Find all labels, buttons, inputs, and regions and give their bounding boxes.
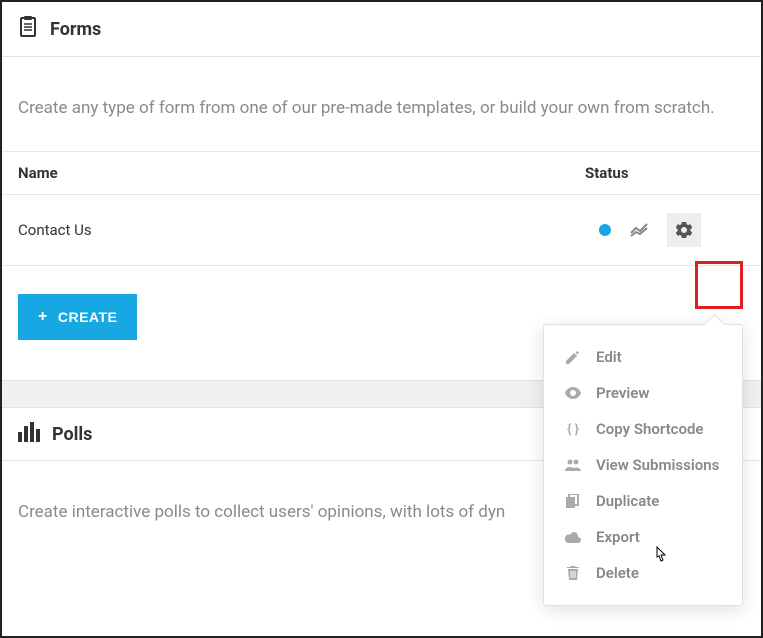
polls-title: Polls [52,424,92,445]
dropdown-item-view-submissions[interactable]: View Submissions [544,447,742,483]
copy-icon [564,494,582,508]
forms-description: Create any type of form from one of our … [2,57,761,151]
dropdown-item-delete[interactable]: Delete [544,555,742,591]
plus-icon: + [38,308,48,326]
dropdown-item-preview[interactable]: Preview [544,375,742,411]
dropdown-label: Copy Shortcode [596,420,703,438]
table-row: Contact Us [2,195,761,266]
pencil-icon [564,350,582,364]
column-status-header: Status [585,164,745,182]
dropdown-label: Export [596,528,640,546]
dropdown-item-edit[interactable]: Edit [544,339,742,375]
dropdown-item-export[interactable]: Export [544,519,742,555]
forms-section-header: Forms [2,2,761,57]
forms-title: Forms [50,19,101,40]
users-icon [564,459,582,471]
eye-icon [564,387,582,399]
form-actions-dropdown: Edit Preview { } Copy Shortcode View Sub… [543,324,743,606]
form-name[interactable]: Contact Us [18,221,585,239]
form-actions [585,213,745,247]
dropdown-item-duplicate[interactable]: Duplicate [544,483,742,519]
dropdown-label: Edit [596,348,622,366]
column-name-header: Name [18,164,585,182]
trash-icon [564,566,582,580]
forms-table-header: Name Status [2,151,761,195]
dropdown-label: Delete [596,564,639,582]
braces-icon: { } [564,422,582,437]
clipboard-icon [18,16,38,42]
create-button[interactable]: + CREATE [18,294,137,340]
bar-chart-icon [18,422,40,446]
dropdown-item-copy-shortcode[interactable]: { } Copy Shortcode [544,411,742,447]
annotation-highlight-gear [695,261,743,309]
create-button-label: CREATE [58,309,118,325]
gear-icon [676,222,692,238]
gear-button[interactable] [667,213,701,247]
dropdown-label: Preview [596,384,649,402]
dropdown-label: Duplicate [596,492,659,510]
cloud-icon [564,531,582,543]
dropdown-label: View Submissions [596,456,719,474]
chart-icon[interactable] [629,220,649,240]
status-dot-icon [599,224,611,236]
